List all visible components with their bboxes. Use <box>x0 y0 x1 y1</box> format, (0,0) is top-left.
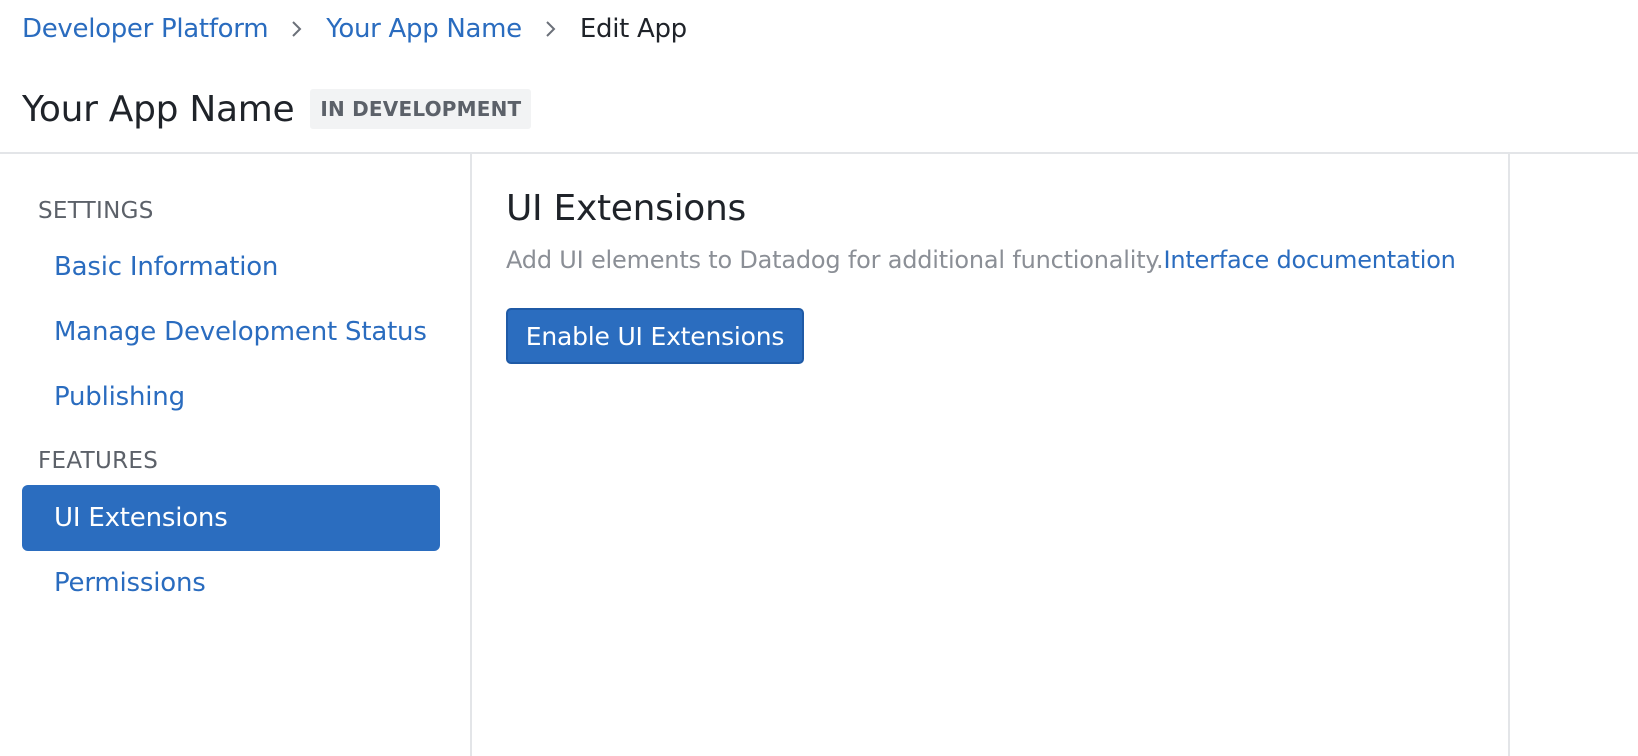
breadcrumb-developer-platform[interactable]: Developer Platform <box>22 14 269 44</box>
chevron-right-icon <box>522 10 580 48</box>
chevron-right-icon <box>268 10 326 48</box>
sidebar-section-settings: SETTINGS <box>38 198 154 224</box>
page-header: Your App Name IN DEVELOPMENT <box>22 84 532 134</box>
sidebar-section-features: FEATURES <box>38 448 159 474</box>
breadcrumb-app-name[interactable]: Your App Name <box>326 14 522 44</box>
breadcrumb: Developer Platform Your App Name Edit Ap… <box>22 10 687 48</box>
interface-documentation-link[interactable]: Interface documentation <box>1163 246 1455 274</box>
breadcrumb-current: Edit App <box>579 14 687 44</box>
sidebar-item-permissions[interactable]: Permissions <box>22 550 440 616</box>
sidebar: SETTINGS Basic Information Manage Develo… <box>0 154 472 756</box>
section-description: Add UI elements to Datadog for additiona… <box>506 246 1456 274</box>
sidebar-item-publishing[interactable]: Publishing <box>22 364 440 430</box>
sidebar-item-basic-information[interactable]: Basic Information <box>22 234 440 300</box>
main-content: UI Extensions Add UI elements to Datadog… <box>474 154 1510 756</box>
page-title: Your App Name <box>22 88 295 130</box>
sidebar-item-ui-extensions[interactable]: UI Extensions <box>22 485 440 551</box>
status-badge: IN DEVELOPMENT <box>310 89 532 129</box>
enable-ui-extensions-button[interactable]: Enable UI Extensions <box>506 308 804 364</box>
section-title: UI Extensions <box>506 188 746 229</box>
description-text: Add UI elements to Datadog for additiona… <box>506 246 1164 274</box>
sidebar-item-manage-development-status[interactable]: Manage Development Status <box>22 299 440 365</box>
